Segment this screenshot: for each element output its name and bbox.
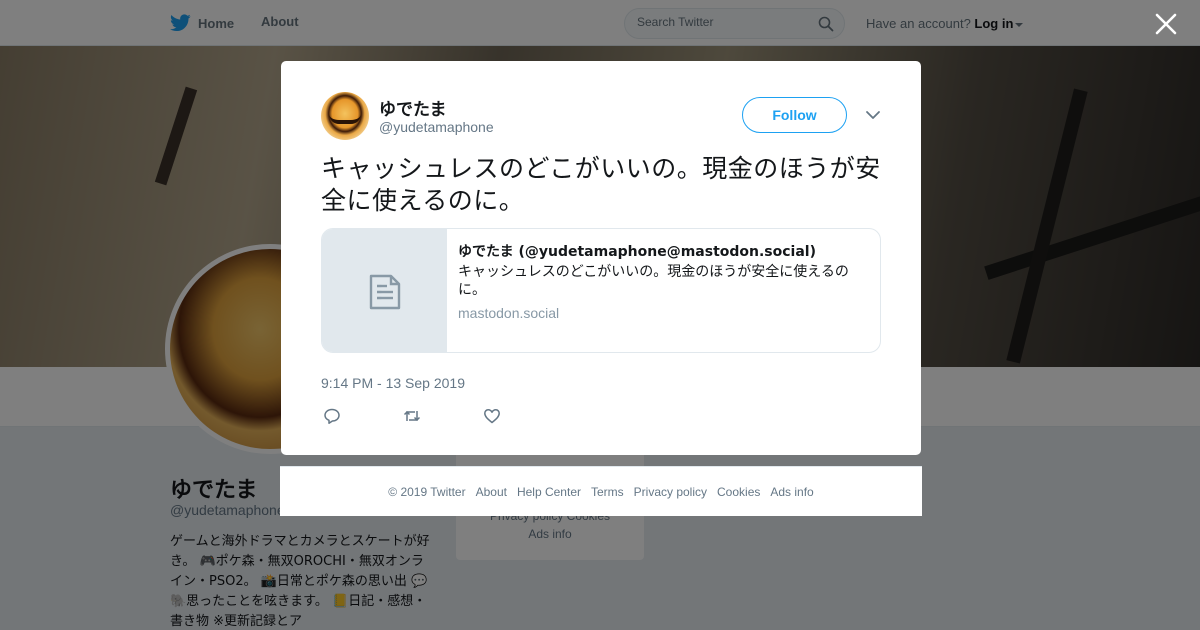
like-icon[interactable]	[483, 407, 501, 425]
card-title: ゆでたま (@yudetamaphone@mastodon.social)	[458, 244, 817, 260]
modal-footer: © 2019 Twitter About Help Center Terms P…	[280, 466, 922, 516]
document-icon	[369, 274, 400, 309]
card-thumbnail	[322, 229, 447, 352]
footer-link-about[interactable]: About	[476, 485, 507, 499]
tweet-text: キャッシュレスのどこがいいの。現金のほうが安全に使えるのに。	[321, 154, 881, 215]
close-icon[interactable]	[1154, 12, 1178, 36]
chevron-down-icon[interactable]	[865, 108, 881, 122]
follow-button[interactable]: Follow	[742, 97, 847, 133]
reply-icon[interactable]	[323, 407, 341, 425]
footer-link-terms[interactable]: Terms	[591, 485, 624, 499]
avatar[interactable]	[321, 92, 369, 140]
footer-link-help-center[interactable]: Help Center	[517, 485, 581, 499]
retweet-icon[interactable]	[403, 407, 421, 425]
link-card[interactable]: ゆでたま (@yudetamaphone@mastodon.social) キャ…	[321, 228, 881, 353]
footer-link-cookies[interactable]: Cookies	[717, 485, 760, 499]
footer-link-ads-info[interactable]: Ads info	[770, 485, 813, 499]
tweet-modal: ゆでたま @yudetamaphone Follow キャッシュレスのどこがいい…	[281, 61, 921, 455]
footer-copyright: © 2019 Twitter	[388, 484, 466, 499]
tweet-user-name[interactable]: ゆでたま	[379, 95, 447, 120]
footer-link-privacy-policy[interactable]: Privacy policy	[634, 485, 707, 499]
card-domain: mastodon.social	[458, 305, 560, 321]
tweet-user-handle[interactable]: @yudetamaphone	[379, 119, 494, 135]
card-description: キャッシュレスのどこがいいの。現金のほうが安全に使えるのに。	[458, 264, 849, 298]
tweet-timestamp[interactable]: 9:14 PM - 13 Sep 2019	[321, 375, 465, 391]
